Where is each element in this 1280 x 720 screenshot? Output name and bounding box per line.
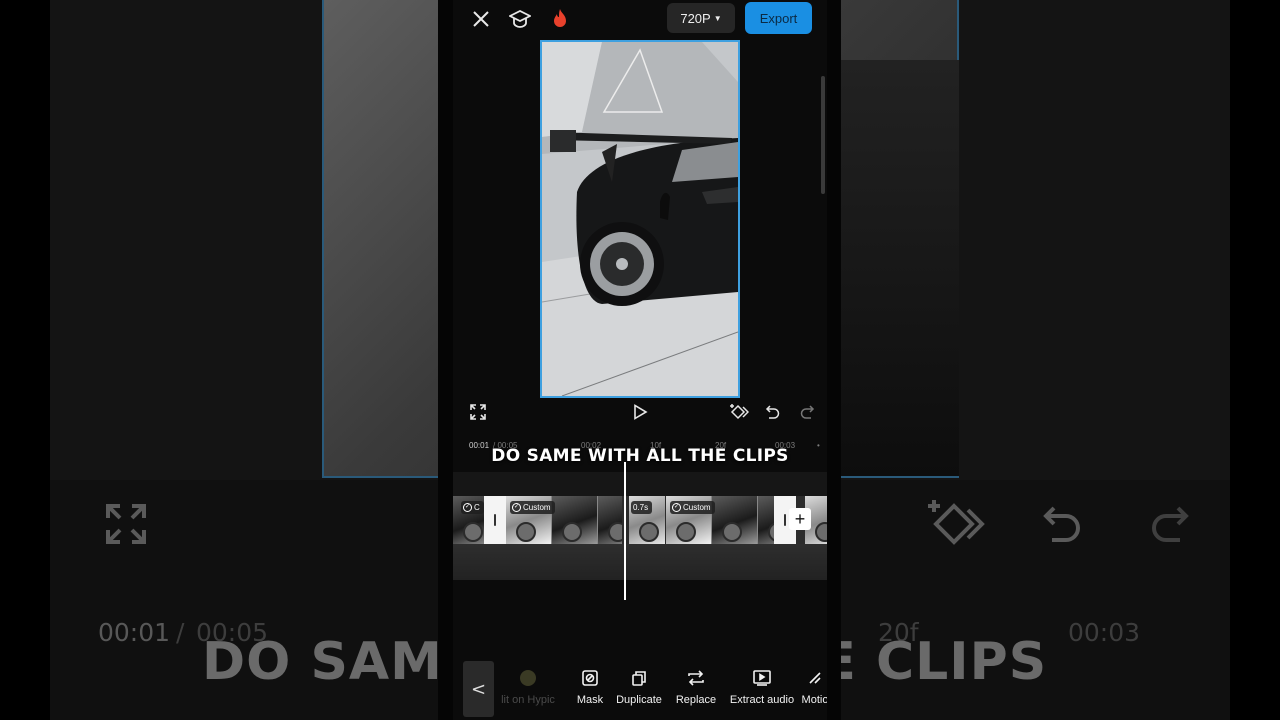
bg-undo-icon <box>1040 500 1084 552</box>
timeline-empty-track <box>453 544 827 580</box>
video-clip[interactable]: ✓ C <box>453 496 484 544</box>
bg-time-mark: 00:03 <box>1068 618 1141 647</box>
play-icon[interactable] <box>629 401 651 423</box>
top-bar: 720P ▼ Export <box>453 0 827 40</box>
clip-badge-label: Custom <box>683 503 711 512</box>
playback-controls <box>453 398 827 428</box>
video-preview[interactable] <box>540 40 740 398</box>
clip-badge-label: 0.7s <box>633 503 649 512</box>
tool-mask[interactable]: Mask <box>570 668 610 714</box>
keyframe-icon[interactable] <box>728 401 750 423</box>
bg-redo-icon <box>1148 500 1192 552</box>
motion-icon <box>805 668 825 688</box>
background-car-shadow <box>840 60 959 476</box>
playhead[interactable] <box>624 462 626 600</box>
video-track: ✓ C ✓ Custom 0.7s ✓ Custom <box>453 496 827 544</box>
clip-badge: ✓ Custom <box>510 501 555 514</box>
export-button[interactable]: Export <box>745 2 812 34</box>
tool-label: Mask <box>576 694 604 706</box>
tutorial-caption: DO SAME WITH ALL THE CLIPS <box>491 446 789 466</box>
replace-icon <box>686 668 706 688</box>
redo-icon[interactable] <box>796 401 818 423</box>
phone-edge-left <box>438 0 453 720</box>
clip-trim-handle-left[interactable] <box>484 496 506 544</box>
tutorial-cap-icon[interactable] <box>507 6 533 32</box>
tool-label: Extract audio <box>729 694 795 706</box>
tool-label: Motio <box>801 694 827 706</box>
letterbox-left <box>0 0 50 720</box>
scrollbar[interactable] <box>821 76 825 194</box>
flame-icon[interactable] <box>547 6 573 32</box>
chevron-down-icon: ▼ <box>713 13 722 23</box>
clip-badge-label: C <box>474 503 480 512</box>
tool-label: Duplicate <box>616 694 662 706</box>
tool-extract-audio[interactable]: Extract audio <box>729 668 795 714</box>
mask-icon <box>580 668 600 688</box>
check-icon: ✓ <box>463 503 472 512</box>
timeline[interactable]: ✓ C ✓ Custom 0.7s ✓ Custom + <box>453 472 827 580</box>
clip-badge: ✓ Custom <box>670 501 715 514</box>
tool-edit-on-hypic[interactable]: lit on Hypic <box>497 668 559 714</box>
video-clip[interactable]: ✓ Custom <box>666 496 774 544</box>
add-clip-button[interactable]: + <box>789 508 811 530</box>
bottom-toolbar: < lit on Hypic Mask Duplicate Replace Ex… <box>453 656 827 720</box>
clip-badge: 0.7s <box>631 501 653 514</box>
letterbox-right <box>1230 0 1280 720</box>
tool-label: Replace <box>675 694 717 706</box>
tool-replace[interactable]: Replace <box>673 668 719 714</box>
bg-fullscreen-icon <box>102 500 150 552</box>
undo-icon[interactable] <box>762 401 784 423</box>
clip-badge: ✓ C <box>461 501 484 514</box>
bg-caption-left: DO SAMI <box>202 632 464 692</box>
bg-time-current: 00:01 <box>98 618 171 647</box>
tool-duplicate[interactable]: Duplicate <box>614 668 664 714</box>
phone-edge-right <box>827 0 841 720</box>
resolution-label: 720P <box>680 10 711 26</box>
bg-keyframe-icon <box>924 496 988 554</box>
fullscreen-icon[interactable] <box>467 401 489 423</box>
video-clip[interactable]: 0.7s <box>629 496 665 544</box>
video-editor-app: 720P ▼ Export 00:01 / 00:05 00:02 10f 20… <box>438 0 841 720</box>
duplicate-icon <box>629 668 649 688</box>
back-button[interactable]: < <box>463 661 494 717</box>
close-icon[interactable] <box>468 6 494 32</box>
car-image <box>542 42 738 396</box>
video-clip-selected[interactable]: ✓ Custom <box>506 496 622 544</box>
tool-motion[interactable]: Motio <box>800 668 827 714</box>
resolution-dropdown[interactable]: 720P ▼ <box>667 3 735 33</box>
extract-audio-icon <box>752 668 772 688</box>
check-icon: ✓ <box>672 503 681 512</box>
tool-label: lit on Hypic <box>501 694 555 706</box>
hypic-icon <box>518 668 538 688</box>
clip-badge-label: Custom <box>523 503 551 512</box>
bg-time-separator: / <box>176 618 185 647</box>
check-icon: ✓ <box>512 503 521 512</box>
